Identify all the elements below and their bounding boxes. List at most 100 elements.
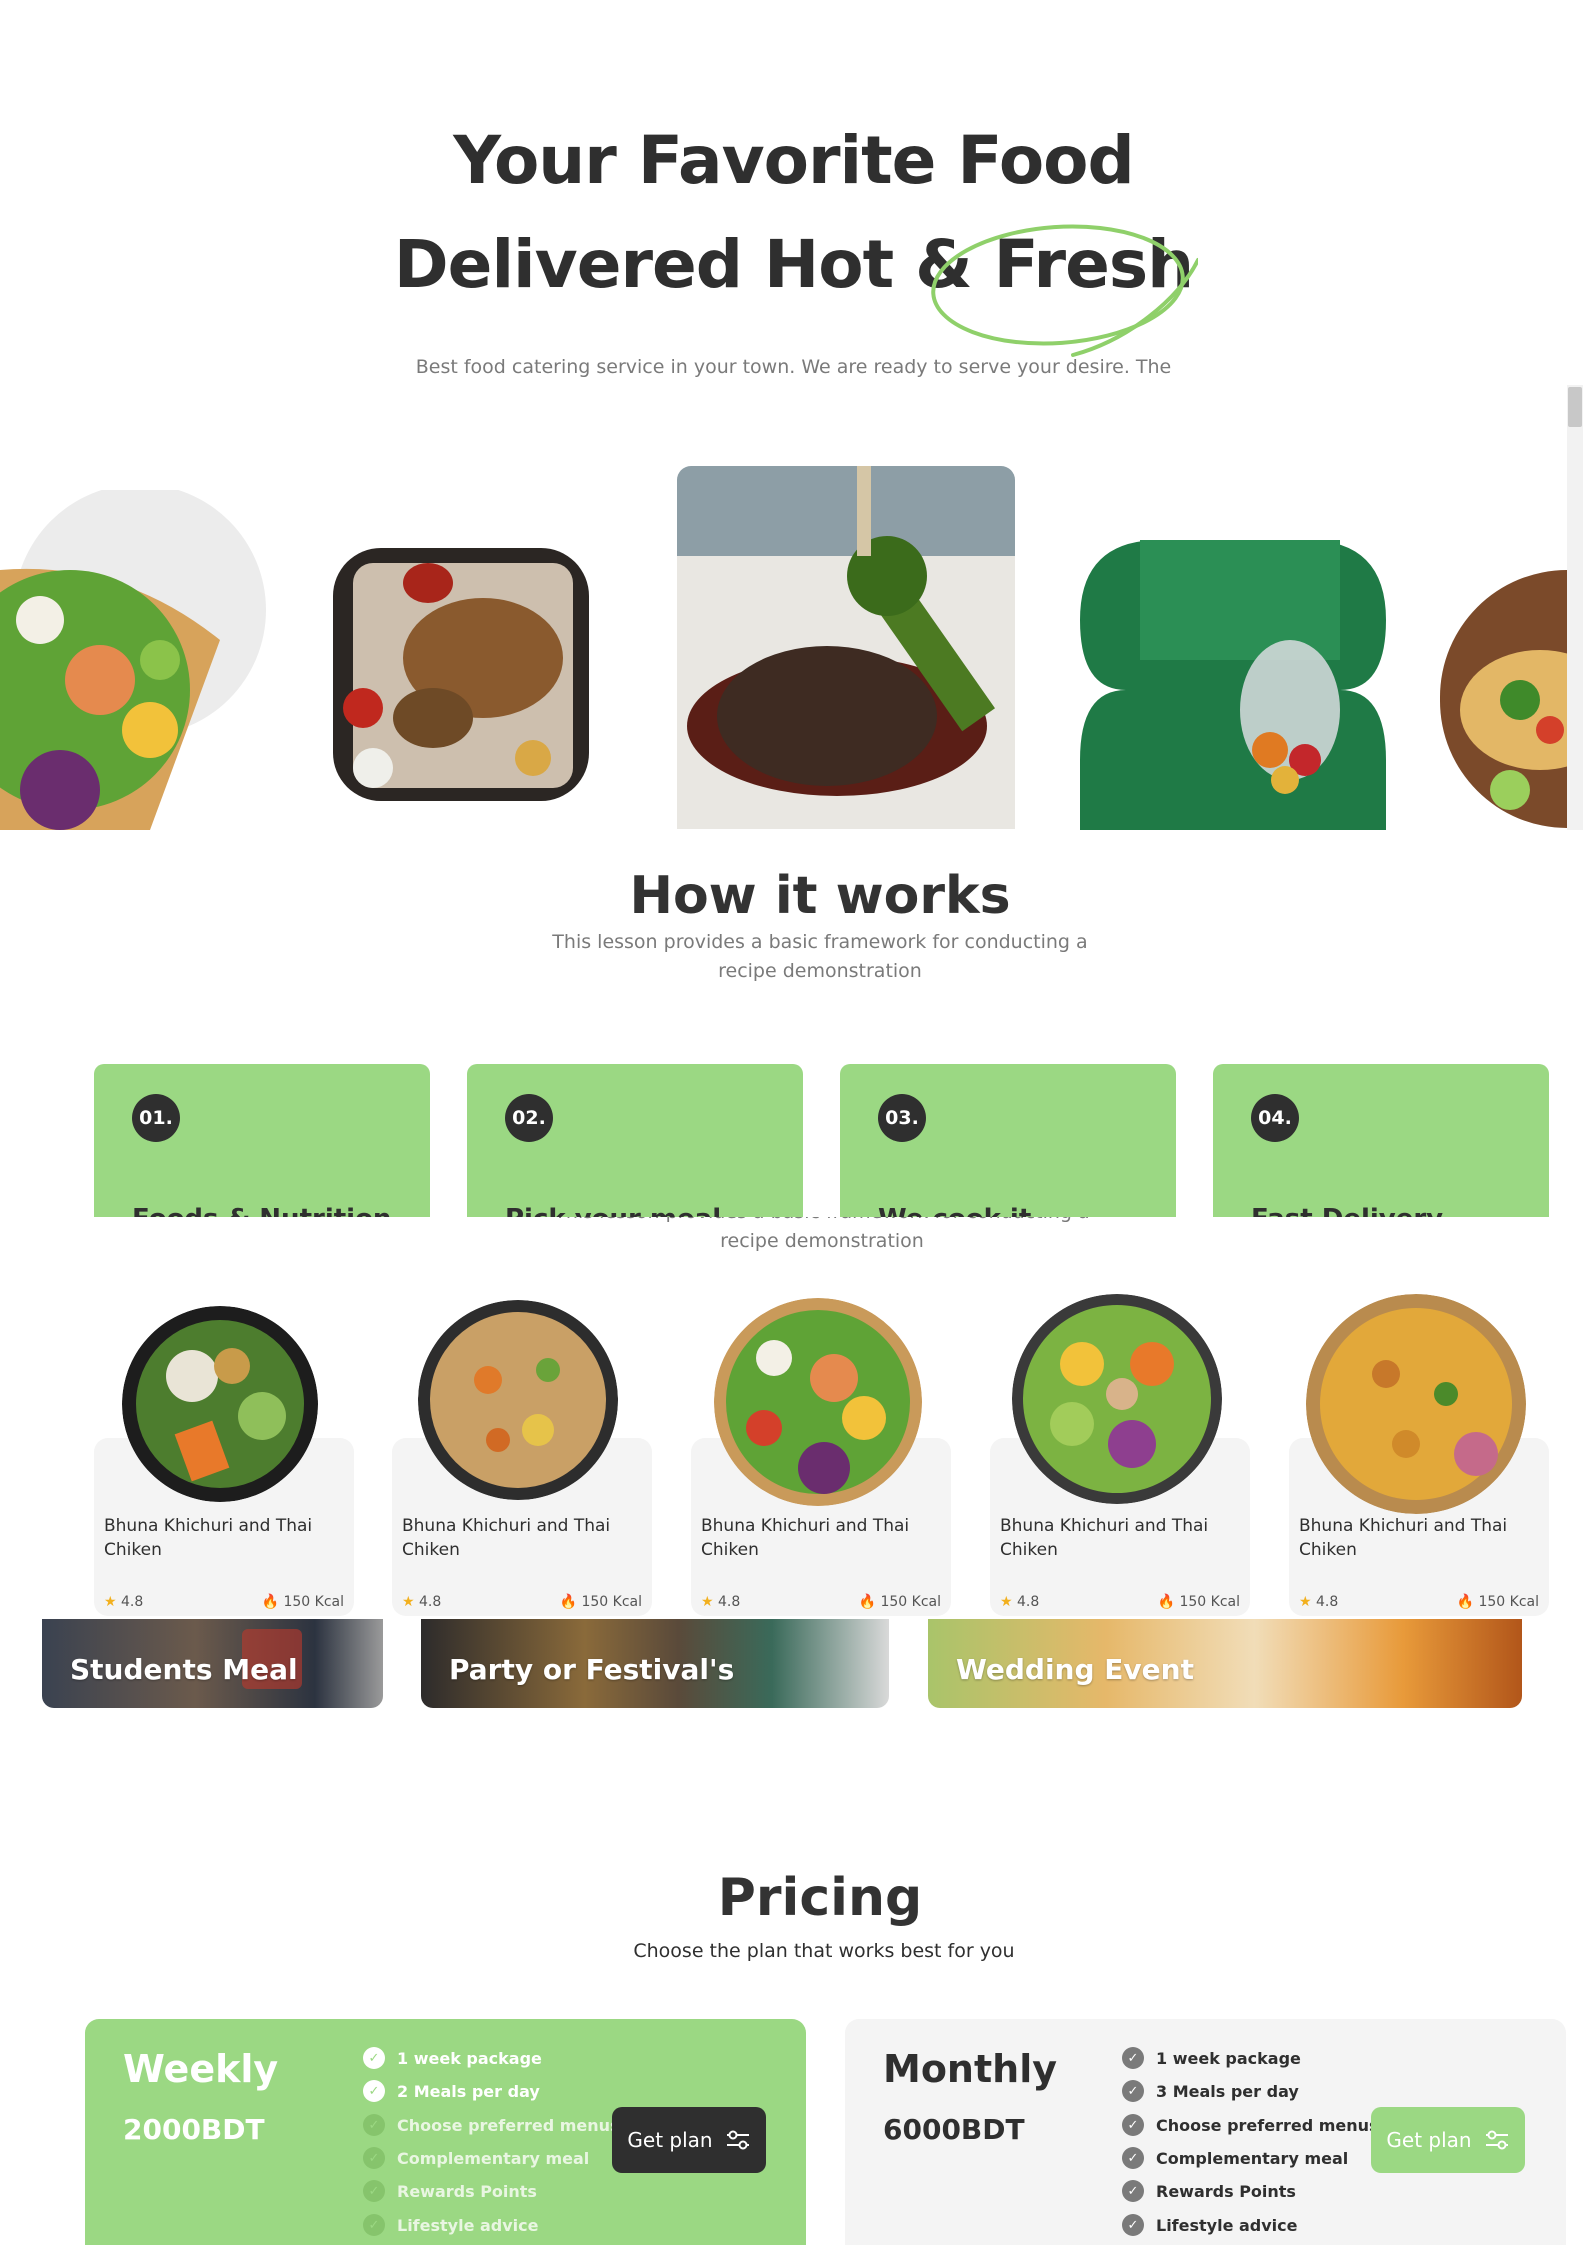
steak-image — [677, 466, 1015, 829]
plan-feature: ✓ 2 Meals per day — [363, 2080, 540, 2102]
overlap-subtitle-line2: recipe demonstration — [720, 1230, 924, 1252]
step-label: Fast Delivery — [1251, 1204, 1443, 1217]
meal-rating: ★ 4.8 — [701, 1594, 740, 1610]
meal-kcal-value: 150 Kcal — [880, 1594, 941, 1610]
step-number: 02. — [505, 1094, 553, 1142]
how-subtitle-line1: This lesson provides a basic framework f… — [552, 931, 1088, 953]
star-icon: ★ — [104, 1594, 117, 1610]
feature-label: Complementary meal — [1156, 2148, 1349, 2168]
plan-name: Monthly — [883, 2047, 1057, 2091]
meal-name: Bhuna Khichuri and Thai Chiken — [1000, 1516, 1209, 1560]
meal-calories: 🔥 150 Kcal — [262, 1594, 344, 1610]
get-plan-label: Get plan — [627, 2128, 713, 2152]
plan-feature: ✓ Choose preferred menus — [363, 2114, 620, 2136]
meal-name: Bhuna Khichuri and Thai Chiken — [1299, 1516, 1508, 1560]
meal-rating-value: 4.8 — [1017, 1594, 1040, 1610]
check-icon: ✓ — [363, 2180, 385, 2202]
get-plan-button[interactable]: Get plan — [1371, 2107, 1525, 2173]
flame-icon: 🔥 — [261, 1594, 280, 1610]
how-it-works-subtitle: This lesson provides a basic framework f… — [0, 928, 1587, 986]
step-card-2[interactable]: 02. Pick your meal — [467, 1064, 803, 1217]
plan-feature: ✓ Complementary meal — [363, 2147, 589, 2169]
meal-bowl-image-3 — [714, 1298, 922, 1506]
check-icon: ✓ — [1122, 2047, 1144, 2069]
plan-feature: ✓ Rewards Points — [1122, 2180, 1296, 2202]
check-icon: ✓ — [363, 2114, 385, 2136]
tacos-image — [1440, 570, 1567, 828]
scrollbar[interactable] — [1567, 385, 1583, 830]
plan-feature: ✓ Lifestyle advice — [363, 2214, 539, 2236]
step-number: 03. — [878, 1094, 926, 1142]
hero-title-line1: Your Favorite Food — [453, 122, 1135, 199]
plan-price: 2000BDT — [123, 2113, 265, 2146]
feature-label: Choose preferred menus — [1156, 2115, 1379, 2135]
check-icon: ✓ — [363, 2147, 385, 2169]
flame-icon: 🔥 — [858, 1594, 877, 1610]
feature-label: Rewards Points — [1156, 2181, 1296, 2201]
star-icon: ★ — [402, 1594, 415, 1610]
event-party-festival[interactable]: Party or Festival's — [421, 1619, 889, 1708]
plan-card-weekly: Weekly 2000BDT ✓ 1 week package ✓ 2 Meals … — [85, 2019, 806, 2245]
check-icon: ✓ — [363, 2080, 385, 2102]
meal-bowl-image-2 — [418, 1300, 618, 1500]
hero-subtitle: Best food catering service in your town.… — [415, 356, 1172, 378]
feature-label: 3 Meals per day — [1156, 2081, 1299, 2101]
plan-feature: ✓ Choose preferred menus — [1122, 2114, 1379, 2136]
step-card-4[interactable]: 04. Fast Delivery — [1213, 1064, 1549, 1217]
feature-label: Lifestyle advice — [397, 2215, 539, 2235]
check-icon: ✓ — [1122, 2114, 1144, 2136]
flame-icon: 🔥 — [1456, 1594, 1475, 1610]
event-students-meal[interactable]: Students Meal — [42, 1619, 383, 1708]
event-label: Wedding Event — [956, 1653, 1194, 1686]
meal-rating-value: 4.8 — [419, 1594, 442, 1610]
meal-calories: 🔥 150 Kcal — [560, 1594, 642, 1610]
plan-feature: ✓ 1 week package — [363, 2047, 542, 2069]
feature-label: Choose preferred menus — [397, 2115, 620, 2135]
get-plan-label: Get plan — [1386, 2128, 1472, 2152]
plan-feature: ✓ 1 week package — [1122, 2047, 1301, 2069]
check-icon: ✓ — [1122, 2080, 1144, 2102]
meal-calories: 🔥 150 Kcal — [1457, 1594, 1539, 1610]
event-label: Students Meal — [70, 1653, 298, 1686]
meal-rating: ★ 4.8 — [1299, 1594, 1338, 1610]
hero-title-line2: Delivered Hot & Fresh — [0, 226, 1587, 303]
salad-image — [0, 490, 266, 830]
overlap-subtitle: This lesson provides a basic framework f… — [0, 1217, 1587, 1256]
pricing-subtitle: Choose the plan that works best for you — [633, 1940, 1015, 1962]
meal-rating-value: 4.8 — [718, 1594, 741, 1610]
how-it-works-title: How it works — [629, 866, 1011, 926]
meal-rating-value: 4.8 — [121, 1594, 144, 1610]
check-icon: ✓ — [1122, 2147, 1144, 2169]
event-label: Party or Festival's — [449, 1653, 735, 1686]
meal-bowl-image-4 — [1012, 1294, 1222, 1504]
step-number: 01. — [132, 1094, 180, 1142]
check-icon: ✓ — [1122, 2180, 1144, 2202]
meal-kcal-value: 150 Kcal — [1179, 1594, 1240, 1610]
meal-calories: 🔥 150 Kcal — [859, 1594, 941, 1610]
step-card-3[interactable]: 03. We cook it — [840, 1064, 1176, 1217]
star-icon: ★ — [1299, 1594, 1312, 1610]
pricing-title: Pricing — [717, 1868, 923, 1928]
step-label: Foods & Nutrition — [132, 1204, 391, 1217]
check-icon: ✓ — [363, 2214, 385, 2236]
meal-calories: 🔥 150 Kcal — [1158, 1594, 1240, 1610]
how-subtitle-line2: recipe demonstration — [718, 960, 922, 982]
step-number: 04. — [1251, 1094, 1299, 1142]
flame-icon: 🔥 — [1157, 1594, 1176, 1610]
check-icon: ✓ — [1122, 2214, 1144, 2236]
meal-name: Bhuna Khichuri and Thai Chiken — [701, 1516, 910, 1560]
scrollbar-thumb[interactable] — [1568, 387, 1582, 427]
meal-name: Bhuna Khichuri and Thai Chiken — [402, 1516, 611, 1560]
meal-rating-value: 4.8 — [1316, 1594, 1339, 1610]
event-wedding[interactable]: Wedding Event — [928, 1619, 1522, 1708]
plan-feature: ✓ Rewards Points — [363, 2180, 537, 2202]
get-plan-button[interactable]: Get plan — [612, 2107, 766, 2173]
meal-kcal-value: 150 Kcal — [283, 1594, 344, 1610]
step-card-1[interactable]: 01. Foods & Nutrition — [94, 1064, 430, 1217]
step-label: We cook it — [878, 1204, 1031, 1217]
feature-label: Rewards Points — [397, 2181, 537, 2201]
sliders-icon — [1485, 2130, 1508, 2150]
feature-label: 1 week package — [397, 2048, 542, 2068]
hero-title-line2-text: Delivered Hot & — [393, 226, 994, 303]
check-icon: ✓ — [363, 2047, 385, 2069]
